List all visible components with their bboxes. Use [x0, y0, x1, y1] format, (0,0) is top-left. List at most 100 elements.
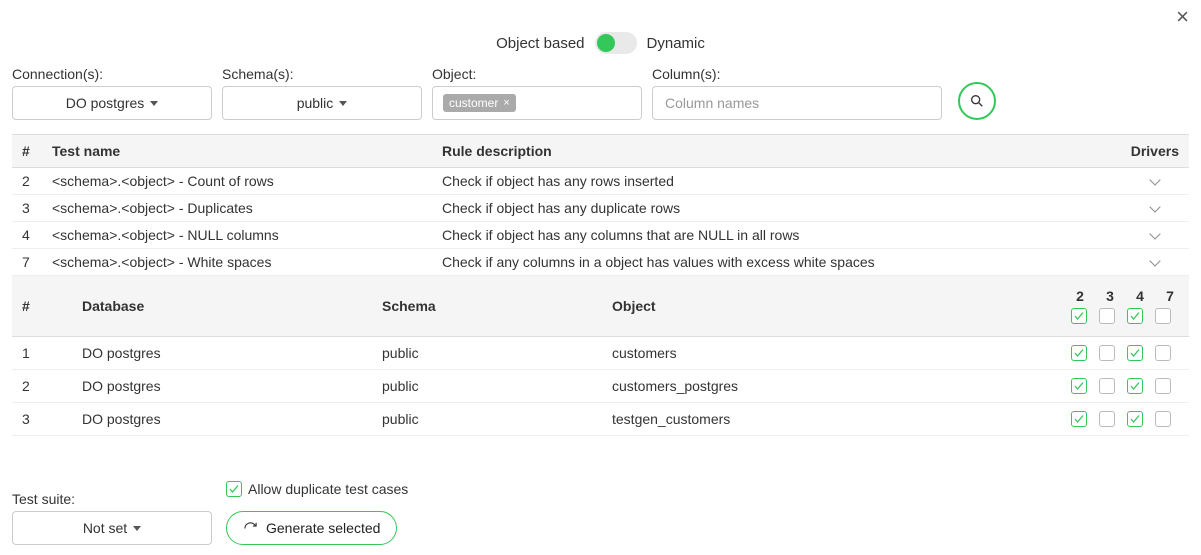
objects-cell-db: DO postgres	[72, 337, 372, 370]
check-col-header-num: 7	[1161, 288, 1179, 304]
schema-select[interactable]: public	[222, 86, 422, 120]
columns-label: Column(s):	[652, 66, 942, 82]
generate-selected-label: Generate selected	[266, 520, 380, 536]
objects-cell-num: 2	[12, 370, 72, 403]
row-checkbox-7[interactable]	[1155, 411, 1171, 427]
allow-duplicate-label: Allow duplicate test cases	[248, 481, 408, 497]
rules-header-num: #	[12, 135, 42, 168]
chevron-down-icon[interactable]	[1149, 174, 1160, 185]
row-checkbox-7[interactable]	[1155, 378, 1171, 394]
tag-remove-icon[interactable]: ×	[503, 97, 509, 109]
filters-row: Connection(s): DO postgres Schema(s): pu…	[12, 66, 1189, 120]
row-checkbox-3[interactable]	[1099, 345, 1115, 361]
objects-cell-db: DO postgres	[72, 403, 372, 436]
allow-duplicate-checkbox[interactable]	[226, 481, 242, 497]
row-checkbox-7[interactable]	[1155, 345, 1171, 361]
search-button[interactable]	[958, 82, 996, 120]
caret-icon	[339, 101, 347, 106]
objects-header-db: Database	[72, 276, 372, 337]
chevron-down-icon[interactable]	[1149, 201, 1160, 212]
objects-cell-num: 3	[12, 403, 72, 436]
connection-label: Connection(s):	[12, 66, 212, 82]
objects-header-object: Object	[602, 276, 1061, 337]
rules-cell-rule: Check if any columns in a object has val…	[432, 249, 1121, 276]
rules-cell-rule: Check if object has any rows inserted	[432, 168, 1121, 195]
rules-cell-num: 3	[12, 195, 42, 222]
rules-cell-drivers[interactable]	[1121, 222, 1189, 249]
objects-cell-num: 1	[12, 337, 72, 370]
toggle-knob	[597, 34, 615, 52]
rules-cell-num: 4	[12, 222, 42, 249]
row-checkbox-4[interactable]	[1127, 378, 1143, 394]
rules-row: 3<schema>.<object> - DuplicatesCheck if …	[12, 195, 1189, 222]
rules-row: 4<schema>.<object> - NULL columnsCheck i…	[12, 222, 1189, 249]
objects-cell-checks	[1061, 337, 1189, 370]
row-checkbox-4[interactable]	[1127, 345, 1143, 361]
rules-cell-name: <schema>.<object> - NULL columns	[42, 222, 432, 249]
rules-cell-name: <schema>.<object> - Count of rows	[42, 168, 432, 195]
objects-table: # Database Schema Object 2347 1DO postgr…	[12, 276, 1189, 436]
chevron-down-icon[interactable]	[1149, 228, 1160, 239]
rules-cell-drivers[interactable]	[1121, 249, 1189, 276]
row-checkbox-3[interactable]	[1099, 378, 1115, 394]
rules-cell-num: 7	[12, 249, 42, 276]
rules-cell-name: <schema>.<object> - Duplicates	[42, 195, 432, 222]
objects-row: 3DO postgrespublictestgen_customers	[12, 403, 1189, 436]
master-checkbox-3[interactable]	[1099, 308, 1115, 324]
object-label: Object:	[432, 66, 642, 82]
rules-cell-rule: Check if object has any duplicate rows	[432, 195, 1121, 222]
rules-cell-rule: Check if object has any columns that are…	[432, 222, 1121, 249]
mode-label-object-based: Object based	[496, 35, 584, 52]
schema-value: public	[297, 95, 334, 111]
check-col-header-num: 2	[1071, 288, 1089, 304]
refresh-icon	[243, 521, 258, 536]
mode-toggle[interactable]	[595, 32, 637, 54]
mode-switch-row: Object based Dynamic	[12, 32, 1189, 54]
check-col-header-num: 4	[1131, 288, 1149, 304]
connection-value: DO postgres	[66, 95, 145, 111]
rules-cell-drivers[interactable]	[1121, 195, 1189, 222]
object-tag-text: customer	[449, 96, 498, 110]
row-checkbox-2[interactable]	[1071, 345, 1087, 361]
row-checkbox-2[interactable]	[1071, 378, 1087, 394]
generate-selected-button[interactable]: Generate selected	[226, 511, 397, 545]
rules-cell-drivers[interactable]	[1121, 168, 1189, 195]
rules-header-drivers: Drivers	[1121, 135, 1189, 168]
objects-cell-db: DO postgres	[72, 370, 372, 403]
objects-header-checks: 2347	[1061, 276, 1189, 337]
master-checkbox-7[interactable]	[1155, 308, 1171, 324]
objects-cell-object: customers_postgres	[602, 370, 1061, 403]
row-checkbox-2[interactable]	[1071, 411, 1087, 427]
suite-select[interactable]: Not set	[12, 511, 212, 545]
rules-table: # Test name Rule description Drivers 2<s…	[12, 134, 1189, 276]
objects-row: 1DO postgrespubliccustomers	[12, 337, 1189, 370]
chevron-down-icon[interactable]	[1149, 255, 1160, 266]
objects-cell-schema: public	[372, 403, 602, 436]
footer: Test suite: Not set Allow duplicate test…	[12, 481, 408, 545]
rules-header-name: Test name	[42, 135, 432, 168]
row-checkbox-4[interactable]	[1127, 411, 1143, 427]
objects-cell-checks	[1061, 370, 1189, 403]
check-col-header-num: 3	[1101, 288, 1119, 304]
row-checkbox-3[interactable]	[1099, 411, 1115, 427]
allow-duplicate-checkbox-wrapper[interactable]: Allow duplicate test cases	[226, 481, 408, 497]
objects-cell-object: customers	[602, 337, 1061, 370]
objects-cell-schema: public	[372, 370, 602, 403]
connection-select[interactable]: DO postgres	[12, 86, 212, 120]
objects-header-schema: Schema	[372, 276, 602, 337]
objects-cell-checks	[1061, 403, 1189, 436]
close-icon[interactable]: ×	[1176, 6, 1189, 28]
objects-header-num: #	[12, 276, 72, 337]
object-tag: customer ×	[443, 94, 516, 112]
object-tag-input[interactable]: customer ×	[432, 86, 642, 120]
suite-label: Test suite:	[12, 491, 212, 507]
rules-header-rule: Rule description	[432, 135, 1121, 168]
master-checkbox-4[interactable]	[1127, 308, 1143, 324]
suite-value: Not set	[83, 520, 127, 536]
mode-label-dynamic: Dynamic	[647, 35, 705, 52]
caret-icon	[150, 101, 158, 106]
master-checkbox-2[interactable]	[1071, 308, 1087, 324]
rules-row: 2<schema>.<object> - Count of rowsCheck …	[12, 168, 1189, 195]
objects-row: 2DO postgrespubliccustomers_postgres	[12, 370, 1189, 403]
columns-input[interactable]	[663, 94, 931, 112]
